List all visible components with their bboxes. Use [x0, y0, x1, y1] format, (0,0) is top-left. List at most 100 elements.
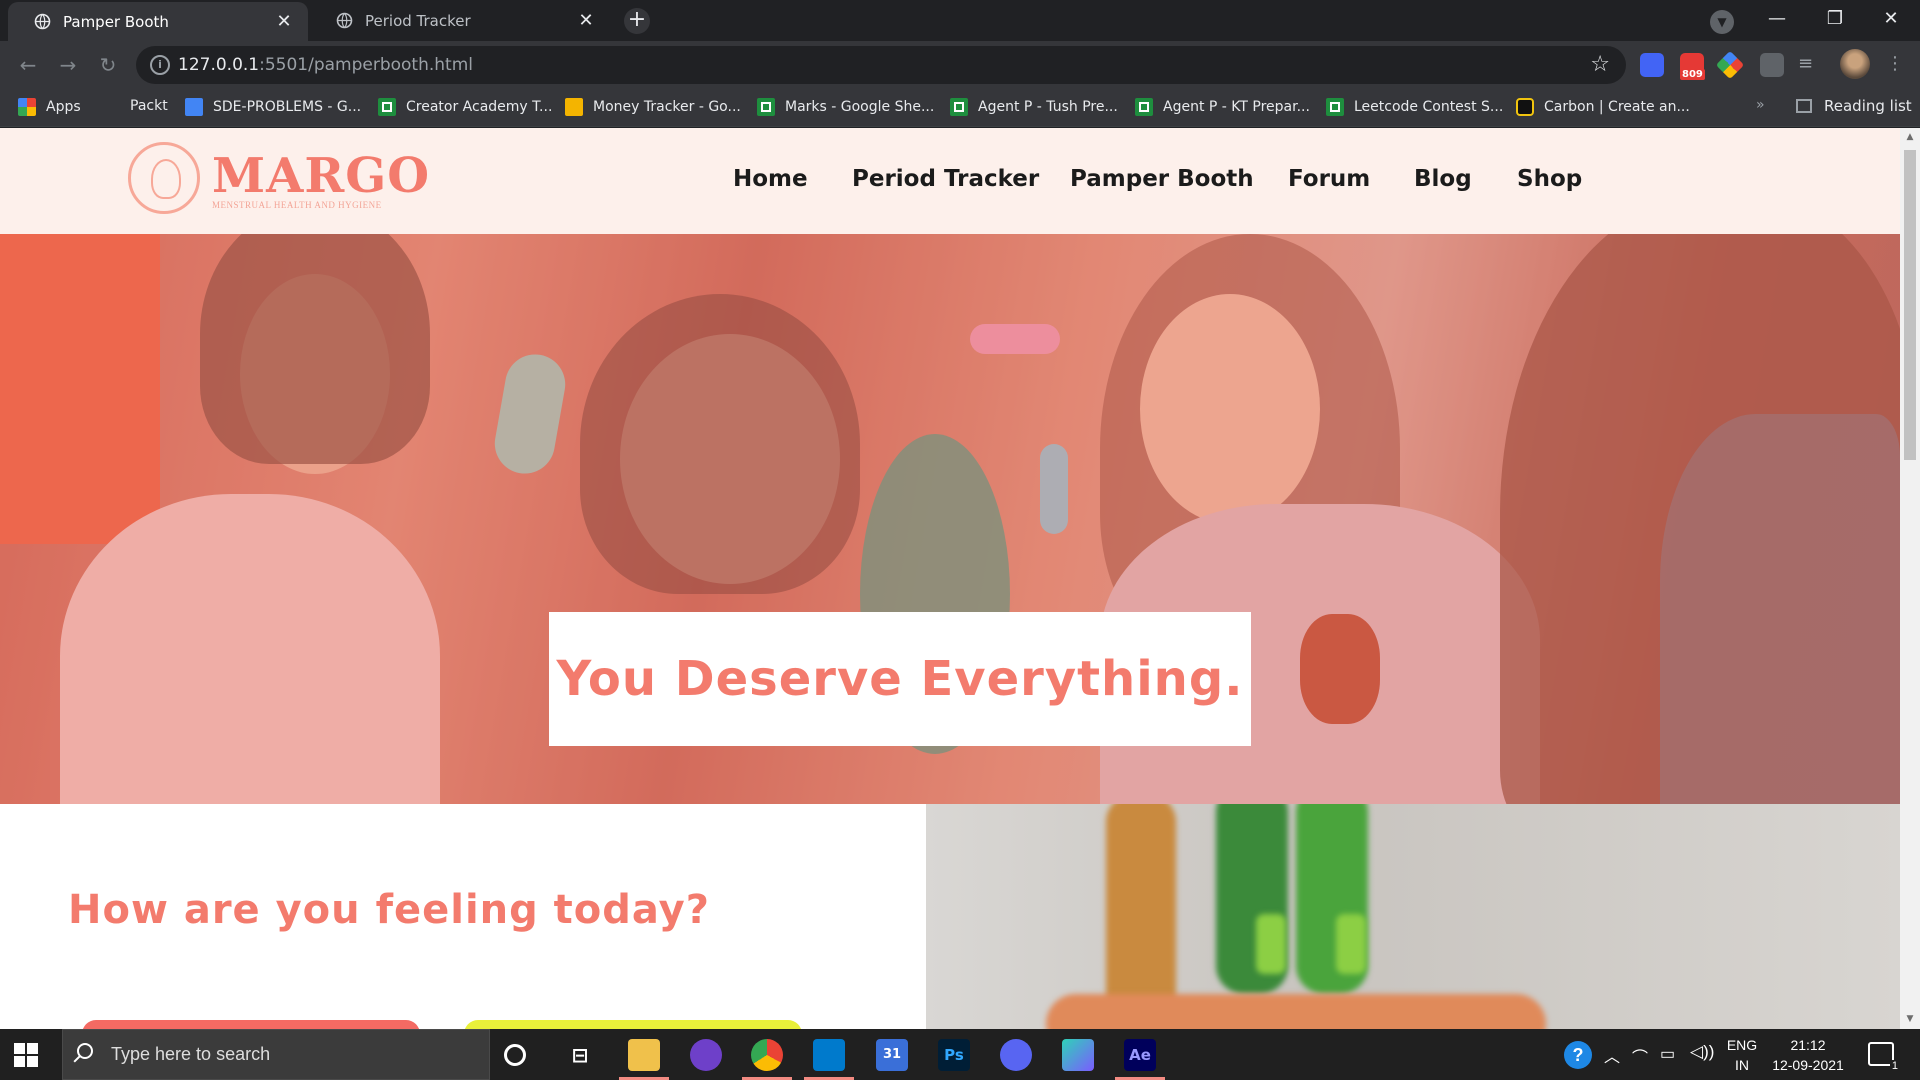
chevron-down-icon[interactable]: ▼	[1710, 10, 1734, 34]
page-viewport: MARGO MENSTRUAL HEALTH AND HYGIENE Home …	[0, 128, 1920, 1029]
globe-icon	[34, 13, 51, 30]
more-vert-icon[interactable]: ⋮	[1886, 53, 1910, 77]
url-path: :5501/pamperbooth.html	[259, 55, 473, 75]
bookmark-label: Agent P - Tush Pre...	[978, 99, 1118, 115]
clock-date: 12-09-2021	[1772, 1057, 1844, 1073]
minimize-button[interactable]: —	[1748, 0, 1806, 41]
bookmark-creator-academy[interactable]: Creator Academy T...	[378, 98, 552, 116]
color-extension-icon[interactable]	[1715, 50, 1745, 80]
nav-home[interactable]: Home	[733, 166, 808, 192]
sheets-icon	[950, 98, 968, 116]
windows-taskbar: Type here to search ⊟ 31 Ps Ae ? ︿ ⌒ ▭ ◁…	[0, 1029, 1920, 1080]
bookmark-apps[interactable]: Apps	[18, 98, 81, 116]
forward-arrow-icon[interactable]: →	[54, 51, 82, 79]
nav-blog[interactable]: Blog	[1414, 166, 1472, 192]
slides-icon	[565, 98, 583, 116]
bookmark-label: Agent P - KT Prepar...	[1163, 99, 1310, 115]
avatar[interactable]	[1840, 49, 1870, 79]
url-text[interactable]: 127.0.0.1:5501/pamperbooth.html	[178, 55, 473, 75]
sheets-icon	[378, 98, 396, 116]
notification-count: 1	[1889, 1060, 1900, 1072]
logo-text[interactable]: MARGO	[212, 148, 430, 204]
close-window-button[interactable]: ✕	[1862, 0, 1920, 41]
address-bar[interactable]: i 127.0.0.1:5501/pamperbooth.html ☆	[136, 46, 1626, 84]
globe-icon	[336, 12, 353, 29]
photoshop-icon[interactable]: Ps	[938, 1039, 970, 1071]
chevron-up-icon[interactable]: ︿	[1604, 1043, 1620, 1067]
sheets-icon	[1326, 98, 1344, 116]
bookmark-agent-p-kt[interactable]: Agent P - KT Prepar...	[1135, 98, 1310, 116]
sheets-icon	[1135, 98, 1153, 116]
restore-button[interactable]: ❐	[1806, 0, 1864, 41]
scroll-up-arrow-icon[interactable]: ▲	[1905, 132, 1915, 142]
browser-toolbar: ← → ↻ i 127.0.0.1:5501/pamperbooth.html …	[0, 41, 1920, 89]
bookmark-sde-problems[interactable]: SDE-PROBLEMS - G...	[185, 98, 361, 116]
bookmark-label: Marks - Google She...	[785, 99, 935, 115]
puzzle-icon[interactable]	[1760, 53, 1784, 77]
tab-title: Period Tracker	[365, 11, 471, 30]
app-icon[interactable]	[1062, 1039, 1094, 1071]
docs-icon	[185, 98, 203, 116]
clock[interactable]: 21:12 12-09-2021	[1768, 1035, 1848, 1075]
bookmark-label: Leetcode Contest S...	[1354, 99, 1504, 115]
calendar-icon[interactable]: 31	[876, 1039, 908, 1071]
bookmark-label: SDE-PROBLEMS - G...	[213, 99, 362, 115]
logo-tagline: MENSTRUAL HEALTH AND HYGIENE	[212, 200, 382, 210]
tab-pamper-booth[interactable]: Pamper Booth ✕	[8, 2, 308, 41]
vscode-icon[interactable]	[813, 1039, 845, 1071]
mood-button[interactable]	[464, 1020, 802, 1029]
bookmarks-overflow-button[interactable]: »	[1756, 97, 1765, 113]
cortana-icon[interactable]	[504, 1044, 526, 1066]
messenger-extension-icon[interactable]	[1640, 53, 1664, 77]
label-shape	[1336, 914, 1366, 974]
bookmark-label: Carbon | Create an...	[1544, 99, 1690, 115]
bookmark-agent-p-tush[interactable]: Agent P - Tush Pre...	[950, 98, 1118, 116]
scroll-down-arrow-icon[interactable]: ▼	[1905, 1014, 1915, 1024]
new-tab-button[interactable]: +	[624, 8, 650, 34]
margo-logo-icon[interactable]	[128, 142, 200, 214]
chrome-icon[interactable]	[751, 1039, 783, 1071]
help-icon[interactable]: ?	[1564, 1041, 1592, 1069]
reload-icon[interactable]: ↻	[94, 51, 122, 79]
volume-icon[interactable]: ◁))	[1690, 1042, 1714, 1062]
github-desktop-icon[interactable]	[690, 1039, 722, 1071]
back-arrow-icon[interactable]: ←	[14, 51, 42, 79]
nav-forum[interactable]: Forum	[1288, 166, 1370, 192]
nav-shop[interactable]: Shop	[1517, 166, 1582, 192]
bookmark-carbon[interactable]: Carbon | Create an...	[1516, 98, 1690, 116]
scroll-thumb[interactable]	[1904, 150, 1916, 460]
label-shape	[1256, 914, 1286, 974]
close-icon[interactable]: ✕	[274, 11, 294, 32]
bookmark-marks[interactable]: Marks - Google She...	[757, 98, 934, 116]
close-icon[interactable]: ✕	[576, 10, 596, 31]
bookmark-money-tracker[interactable]: Money Tracker - Go...	[565, 98, 741, 116]
bookmark-star-icon[interactable]: ☆	[1590, 52, 1610, 77]
bookmark-leetcode[interactable]: Leetcode Contest S...	[1326, 98, 1503, 116]
bottles-photo	[926, 804, 1900, 1029]
task-view-icon[interactable]: ⊟	[564, 1039, 596, 1071]
nav-pamper-booth[interactable]: Pamper Booth	[1070, 166, 1254, 192]
mood-button[interactable]	[82, 1020, 420, 1029]
tab-period-tracker[interactable]: Period Tracker ✕	[310, 0, 610, 41]
network-icon[interactable]: ⌒	[1632, 1044, 1648, 1068]
search-placeholder: Type here to search	[111, 1044, 271, 1064]
hero-headline: You Deserve Everything.	[556, 651, 1244, 707]
nav-period-tracker[interactable]: Period Tracker	[852, 166, 1039, 192]
battery-icon[interactable]: ▭	[1660, 1044, 1675, 1064]
file-explorer-icon[interactable]	[628, 1039, 660, 1071]
reading-list-button[interactable]: Reading list	[1796, 97, 1912, 115]
after-effects-icon[interactable]: Ae	[1124, 1039, 1156, 1071]
discord-icon[interactable]	[1000, 1039, 1032, 1071]
bookmark-packt[interactable]: Packt	[130, 98, 168, 114]
info-icon[interactable]: i	[150, 55, 170, 75]
bookmarks-bar: Apps Packt SDE-PROBLEMS - G... Creator A…	[0, 89, 1920, 127]
notification-icon[interactable]: 1	[1868, 1042, 1900, 1072]
media-queue-icon[interactable]: ≡	[1798, 53, 1822, 77]
feeling-title: How are you feeling today?	[68, 887, 710, 933]
page-scrollbar[interactable]: ▲ ▼	[1900, 128, 1920, 1029]
taskbar-search[interactable]: Type here to search	[62, 1029, 490, 1080]
hero-card: You Deserve Everything.	[549, 612, 1251, 746]
language-indicator[interactable]: ENG IN	[1724, 1035, 1760, 1075]
language-line1: ENG	[1726, 1037, 1758, 1053]
windows-start-icon[interactable]	[14, 1043, 38, 1067]
